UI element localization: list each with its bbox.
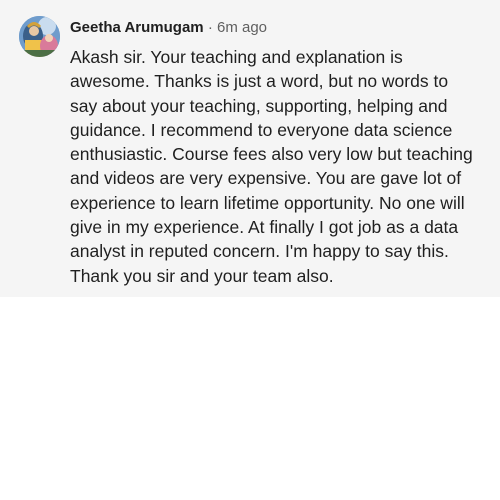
comment-body: Akash sir. Your teaching and explanation… bbox=[70, 47, 473, 286]
comment-header: Geetha Arumugam · 6m ago bbox=[70, 18, 267, 38]
comment-card: Geetha Arumugam · 6m ago Akash sir. Your… bbox=[0, 0, 500, 297]
profile-avatar-icon[interactable] bbox=[19, 16, 60, 57]
author-name[interactable]: Geetha Arumugam bbox=[70, 19, 204, 36]
comment-timestamp: 6m ago bbox=[216, 19, 268, 36]
meta-separator: · bbox=[207, 19, 213, 36]
